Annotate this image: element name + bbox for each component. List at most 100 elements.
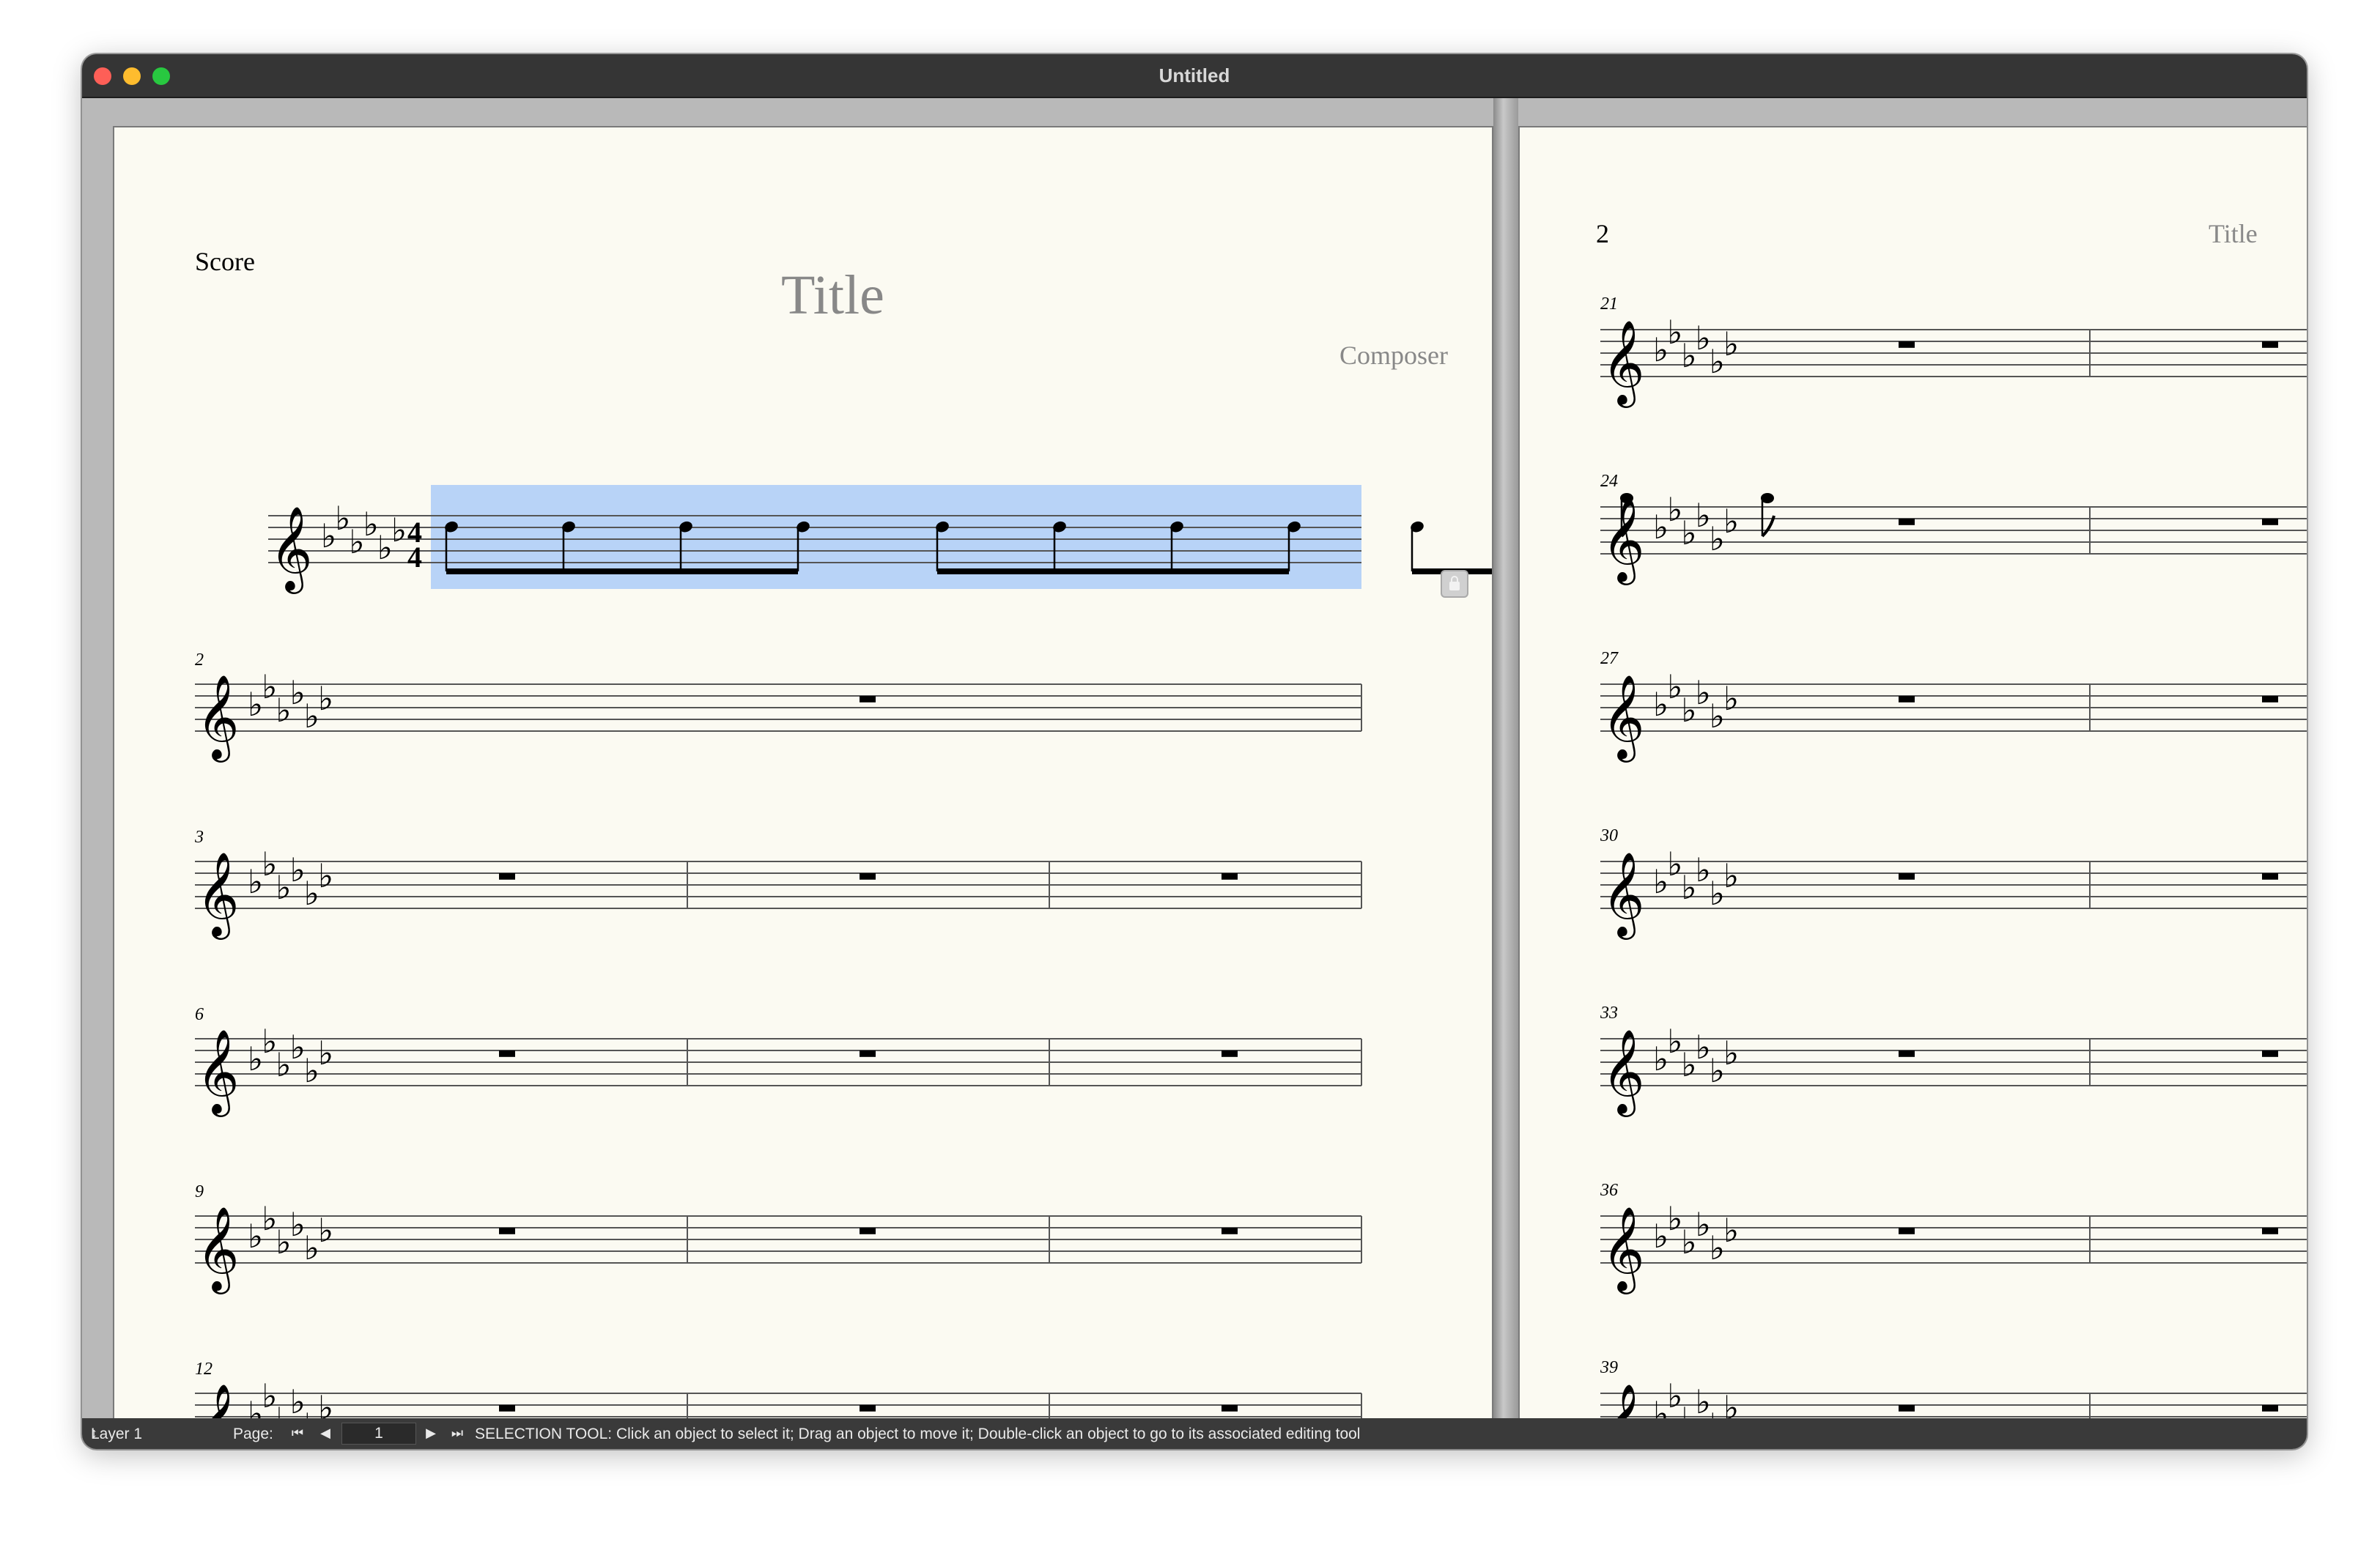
whole-rest-icon — [860, 873, 876, 880]
flat-icon: ♭ — [377, 528, 393, 567]
next-page-icon[interactable]: ▶ — [421, 1423, 441, 1443]
flat-icon: ♭ — [349, 522, 364, 561]
first-page-icon[interactable]: ⏮ — [287, 1423, 308, 1443]
flat-icon: ♭ — [1667, 845, 1682, 883]
time-signature-bottom: 4 — [407, 541, 422, 574]
flat-icon: ♭ — [1710, 1051, 1725, 1090]
tool-hint: SELECTION TOOL: Click an object to selec… — [475, 1426, 1361, 1442]
flat-icon: ♭ — [1653, 685, 1668, 724]
last-page-icon[interactable]: ⏭ — [447, 1423, 468, 1443]
flat-icon: ♭ — [335, 499, 350, 538]
flat-icon: ♭ — [1667, 1022, 1682, 1061]
flat-icon: ♭ — [304, 697, 319, 735]
flat-icon: ♭ — [1696, 496, 1711, 535]
flat-icon: ♭ — [1710, 1406, 1725, 1418]
score-page-1[interactable]: Score Title Composer 𝄞 ♭ ♭ ♭ ♭ ♭ ♭ 4 4 𝄞 ♭ ♭ ♭ ♭ ♭ ♭ 2 𝄞 ♭… — [114, 127, 1492, 1418]
whole-rest-icon — [499, 1050, 515, 1057]
measure-number: 24 — [1600, 472, 1618, 491]
flat-icon: ♭ — [318, 856, 333, 895]
flat-icon: ♭ — [290, 1205, 306, 1244]
flat-icon: ♭ — [276, 691, 291, 730]
whole-rest-icon — [1222, 1405, 1238, 1412]
flat-icon: ♭ — [1696, 850, 1711, 889]
flat-icon: ♭ — [1681, 1045, 1696, 1084]
flat-icon: ♭ — [1681, 514, 1696, 552]
flat-icon: ♭ — [1723, 679, 1739, 718]
treble-clef-icon: 𝄞 — [196, 1029, 240, 1117]
treble-clef-icon: 𝄞 — [1602, 1384, 1645, 1418]
treble-clef-icon: 𝄞 — [1602, 320, 1645, 408]
flat-icon: ♭ — [1696, 1382, 1711, 1418]
flat-icon: ♭ — [318, 1388, 333, 1418]
whole-rest-icon — [2262, 1405, 2278, 1412]
flat-icon: ♭ — [262, 1376, 277, 1415]
flat-icon: ♭ — [248, 1039, 263, 1078]
flat-icon: ♭ — [1667, 1199, 1682, 1238]
flat-icon: ♭ — [248, 685, 263, 724]
whole-rest-icon — [1222, 873, 1238, 880]
flat-icon: ♭ — [1681, 1223, 1696, 1261]
page-number-input[interactable]: 1 — [341, 1423, 416, 1445]
treble-clef-icon: 𝄞 — [196, 675, 240, 763]
flat-icon: ♭ — [1653, 508, 1668, 546]
whole-rest-icon — [499, 1405, 515, 1412]
flat-icon: ♭ — [1696, 319, 1711, 357]
flat-icon: ♭ — [1681, 691, 1696, 730]
lock-icon[interactable] — [1441, 570, 1468, 598]
whole-rest-icon — [2262, 873, 2278, 880]
measure-number: 30 — [1600, 826, 1618, 845]
flat-icon: ♭ — [1723, 1034, 1739, 1072]
flat-icon: ♭ — [276, 1045, 291, 1084]
page-2-notation[interactable]: 𝄞 ♭♭♭♭♭♭21𝄞 ♭♭♭♭♭♭24𝄞 ♭♭♭♭♭♭27𝄞 ♭♭♭♭♭♭30𝄞 ♭♭♭… — [1520, 127, 2307, 1418]
whole-rest-icon — [1222, 1050, 1238, 1057]
whole-rest-icon — [1899, 873, 1915, 880]
layer-select-value: Layer 1 — [91, 1426, 143, 1442]
score-canvas[interactable]: Score Title Composer 𝄞 ♭ ♭ ♭ ♭ ♭ ♭ 4 4 𝄞 ♭ ♭ ♭ ♭ ♭ ♭ 2 𝄞 ♭… — [82, 98, 2307, 1418]
flat-icon: ♭ — [1710, 519, 1725, 558]
treble-clef-icon: 𝄞 — [1602, 1207, 1645, 1294]
flat-icon: ♭ — [1710, 342, 1725, 381]
flat-icon: ♭ — [290, 1382, 306, 1418]
measure-number: 6 — [195, 1005, 204, 1024]
flat-icon: ♭ — [1723, 325, 1739, 363]
title-bar[interactable]: Untitled — [82, 54, 2307, 98]
whole-rest-icon — [1899, 519, 1915, 525]
window-title: Untitled — [1158, 64, 1230, 86]
flat-icon: ♭ — [276, 1400, 291, 1418]
whole-rest-icon — [2262, 1228, 2278, 1234]
treble-clef-icon: 𝄞 — [1602, 497, 1645, 585]
flat-icon: ♭ — [1653, 1039, 1668, 1078]
flat-icon: ♭ — [363, 505, 379, 544]
flat-icon: ♭ — [262, 1199, 277, 1238]
whole-rest-icon — [1899, 1228, 1915, 1234]
flat-icon: ♭ — [1653, 330, 1668, 369]
whole-rest-icon — [499, 1228, 515, 1234]
flat-icon: ♭ — [318, 1034, 333, 1072]
flat-icon: ♭ — [262, 1022, 277, 1061]
page-1-notation[interactable]: 𝄞 ♭♭♭♭♭♭ 44𝄞 ♭♭♭♭♭♭2𝄞 ♭♭♭♭♭♭3𝄞 ♭♭♭♭♭♭6𝄞 ♭♭♭♭♭♭… — [114, 127, 1492, 1418]
measure-number: 3 — [194, 828, 204, 847]
whole-rest-icon — [1899, 1050, 1915, 1057]
whole-rest-icon — [2262, 1050, 2278, 1057]
flat-icon: ♭ — [318, 1211, 333, 1250]
flat-icon: ♭ — [1723, 1211, 1739, 1250]
treble-clef-icon: 𝄞 — [1602, 852, 1645, 940]
layer-select[interactable]: Layer 1 ↕ — [91, 1421, 193, 1445]
treble-clef-icon: 𝄞 — [196, 852, 240, 940]
flat-icon: ♭ — [290, 1028, 306, 1067]
flat-icon: ♭ — [276, 868, 291, 907]
previous-page-icon[interactable]: ◀ — [315, 1423, 336, 1443]
page-gutter — [1493, 98, 1518, 1418]
whole-rest-icon — [1899, 696, 1915, 703]
flat-icon: ♭ — [262, 845, 277, 883]
flat-icon: ♭ — [304, 1406, 319, 1418]
flat-icon: ♭ — [1653, 862, 1668, 901]
score-page-2[interactable]: 2 Title 𝄞 ♭ ♭ ♭ ♭ ♭ ♭ 21 𝄞 ♭ ♭ ♭ ♭ ♭ ♭ 24 𝄞 ♭ ♭ ♭ ♭ ♭ ♭ 27 𝄞 ♭ ♭ ♭ ♭… — [1520, 127, 2307, 1418]
flat-icon: ♭ — [248, 1394, 263, 1418]
flat-icon: ♭ — [1710, 1228, 1725, 1267]
whole-rest-icon — [1222, 1228, 1238, 1234]
flat-icon: ♭ — [1723, 856, 1739, 895]
flat-icon: ♭ — [1667, 1376, 1682, 1415]
whole-rest-icon — [1899, 1405, 1915, 1412]
whole-rest-icon — [2262, 696, 2278, 703]
